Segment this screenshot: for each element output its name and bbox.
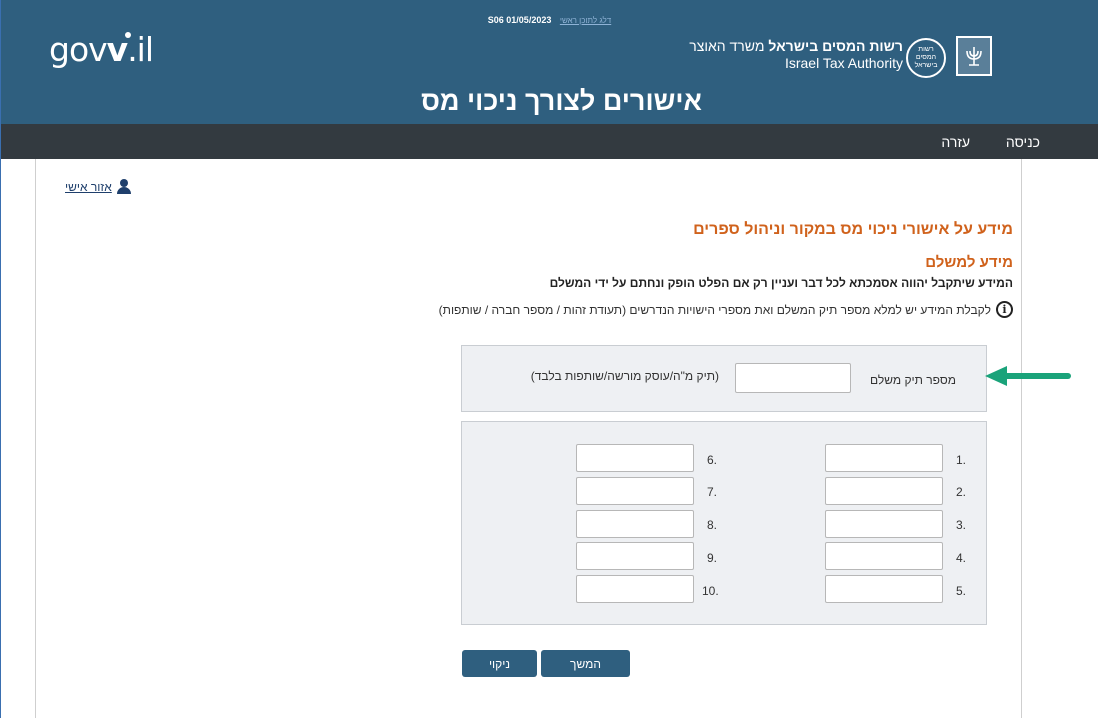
info-icon: i (996, 301, 1013, 318)
entity-label-2: 2. (956, 485, 967, 499)
entity-label-3: 3. (956, 518, 967, 532)
entity-label-9: 9. (707, 551, 718, 565)
payer-file-note: (תיק מ"ה/עוסק מורשה/שותפות בלבד) (530, 369, 719, 383)
authority-name: רשות המסים בישראל משרד האוצר Israel Tax … (689, 38, 903, 71)
entity-label-10: 10. (702, 584, 719, 598)
entity-label-6: 6. (707, 453, 718, 467)
entity-field-7[interactable] (576, 477, 694, 505)
entity-label-4: 4. (956, 551, 967, 565)
authority-en: Israel Tax Authority (784, 55, 903, 71)
info-text: לקבלת המידע יש למלא מספר תיק המשלם ואת מ… (438, 302, 991, 317)
info-line: i לקבלת המידע יש למלא מספר תיק המשלם ואת… (439, 301, 1013, 318)
top-nav: כניסה עזרה (1, 124, 1098, 159)
entity-field-2[interactable] (825, 477, 943, 505)
user-icon (116, 179, 132, 194)
entity-field-4[interactable] (825, 542, 943, 570)
continue-button[interactable]: המשך (541, 650, 630, 677)
version-text: S06 01/05/2023 (487, 15, 552, 25)
personal-area-label: אזור אישי (65, 179, 112, 194)
tax-authority-seal-icon: רשות המסים בישראל (906, 38, 946, 78)
site-header: S06 01/05/2023 דלג לתוכן ראשי govv.il רש… (1, 0, 1098, 124)
disclaimer-text: המידע שיתקבל יהווה אסמכתא לכל דבר ועניין… (549, 276, 1013, 290)
personal-area-link[interactable]: אזור אישי (65, 179, 132, 194)
entity-field-9[interactable] (576, 542, 694, 570)
entity-field-1[interactable] (825, 444, 943, 472)
entity-label-8: 8. (707, 518, 718, 532)
entity-field-3[interactable] (825, 510, 943, 538)
nav-help[interactable]: עזרה (941, 134, 970, 150)
entity-field-8[interactable] (576, 510, 694, 538)
entities-panel: 1. 2. 3. 4. 5. 6. 7. 8. 9. 10. (461, 421, 987, 625)
payer-file-panel: מספר תיק משלם (תיק מ"ה/עוסק מורשה/שותפות… (461, 345, 987, 412)
entity-field-10[interactable] (576, 575, 694, 603)
page-title: אישורים לצורך ניכוי מס (421, 86, 702, 116)
payer-file-input[interactable] (735, 363, 851, 393)
payer-file-label: מספר תיק משלם (869, 373, 956, 387)
nav-login[interactable]: כניסה (1006, 134, 1040, 150)
skip-to-content-link[interactable]: דלג לתוכן ראשי (560, 16, 611, 25)
entity-label-5: 5. (956, 584, 967, 598)
section-subheading: מידע למשלם (925, 254, 1013, 271)
govil-logo[interactable]: govv.il (49, 30, 154, 69)
version-line: S06 01/05/2023 דלג לתוכן ראשי (1, 15, 1098, 25)
entity-field-6[interactable] (576, 444, 694, 472)
clear-button[interactable]: ניקוי (462, 650, 537, 677)
state-emblem-icon (956, 36, 992, 76)
entity-label-1: 1. (956, 453, 967, 467)
entity-label-7: 7. (707, 485, 718, 499)
entity-field-5[interactable] (825, 575, 943, 603)
pointer-arrow-icon (985, 366, 1071, 386)
section-heading: מידע על אישורי ניכוי מס במקור וניהול ספר… (693, 221, 1013, 238)
